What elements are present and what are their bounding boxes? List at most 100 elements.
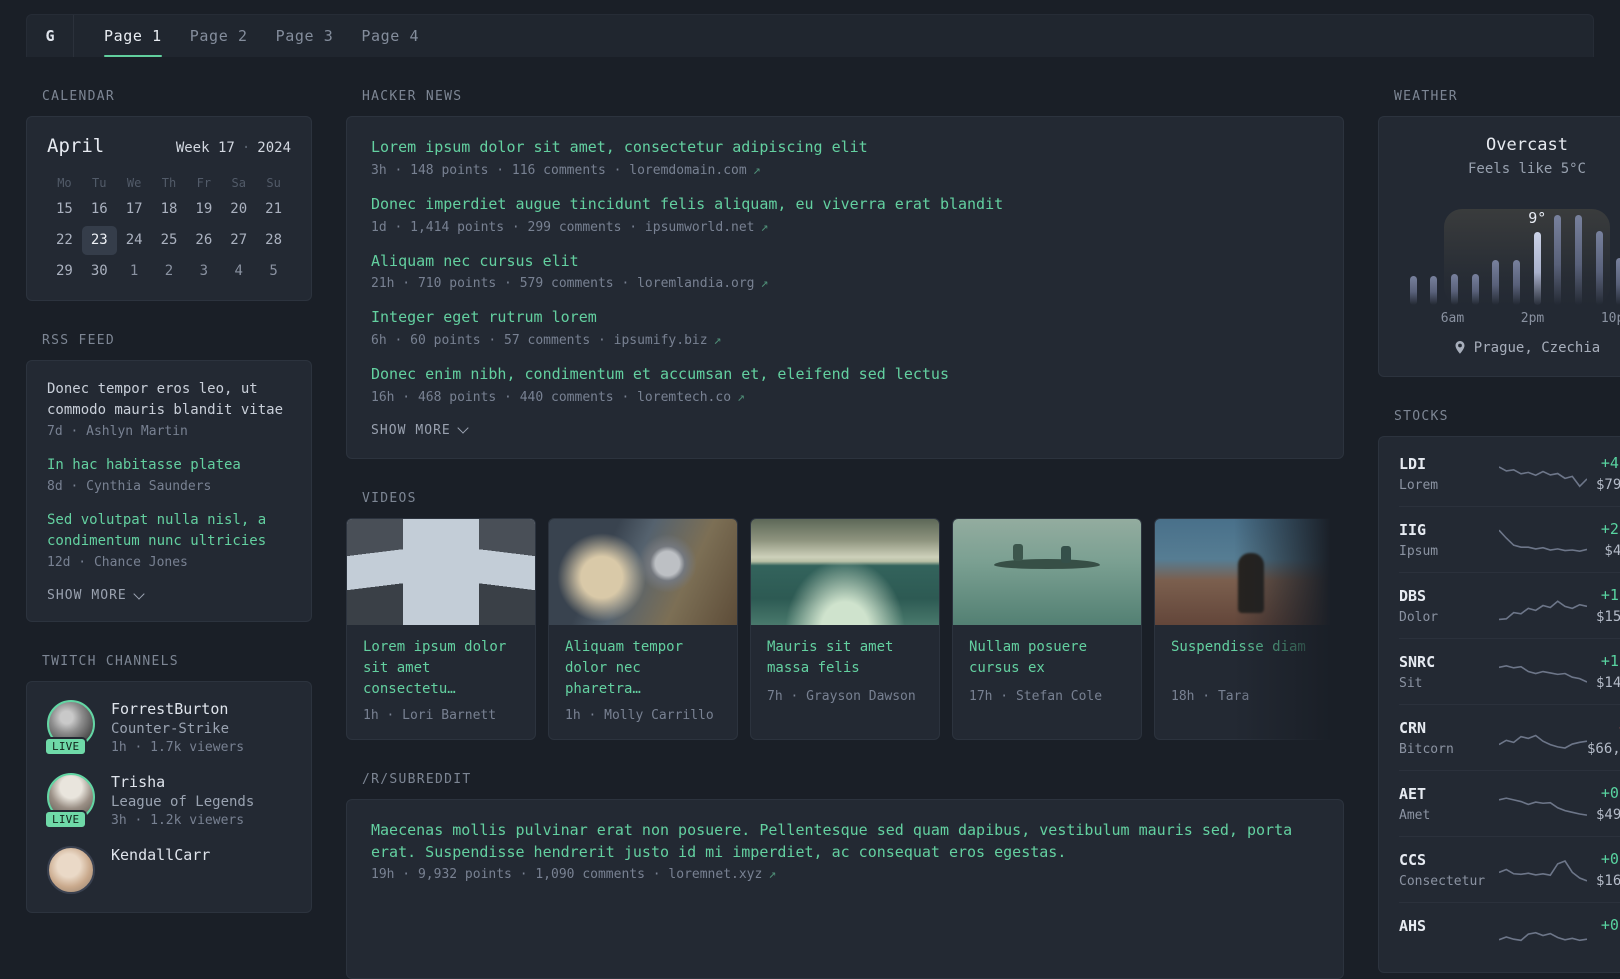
middle-column: HACKER NEWS Lorem ipsum dolor sit amet, …	[346, 57, 1344, 979]
stock-row[interactable]: LDI Lorem +4.35% $795.18	[1399, 441, 1620, 506]
subreddit-post-title[interactable]: Maecenas mollis pulvinar erat non posuer…	[371, 820, 1319, 864]
calendar-day[interactable]: 28	[256, 226, 291, 255]
video-meta: 1h · Molly Carrillo	[565, 707, 714, 723]
page-tab[interactable]: Page 4	[347, 15, 433, 57]
stock-name: Consectetur	[1399, 873, 1486, 889]
stocks-card: LDI Lorem +4.35% $795.18 IIG Ipsum	[1378, 436, 1620, 973]
twitch-channel-row[interactable]: LIVE ForrestBurton Counter-Strike 1h · 1…	[44, 700, 291, 756]
rss-item-meta: 7d · Ashlyn Martin	[47, 424, 188, 439]
calendar-day[interactable]: 18	[152, 195, 187, 224]
calendar-day[interactable]: 5	[256, 257, 291, 286]
stock-row[interactable]: AET Amet +0.92% $499.72	[1399, 770, 1620, 836]
channel-name[interactable]: Trisha	[111, 773, 254, 791]
calendar-weekday-row: Mo Tu We Th Fr Sa Su	[47, 171, 291, 195]
calendar-day[interactable]: 4	[221, 257, 256, 286]
stock-change: +0.46%	[1600, 916, 1620, 934]
app-logo[interactable]: G	[27, 15, 74, 57]
stock-ticker: AHS	[1399, 916, 1427, 935]
twitch-channel-row[interactable]: LIVE Trisha League of Legends 3h · 1.2k …	[44, 773, 291, 829]
video-title[interactable]: Aliquam tempor dolor nec pharetra…	[549, 625, 737, 700]
video-title[interactable]: Mauris sit amet massa felis	[751, 625, 939, 681]
stock-row[interactable]: SNRC Sit +1.36% $148.64	[1399, 638, 1620, 704]
video-thumbnail[interactable]	[953, 518, 1141, 625]
stock-price: $795.18	[1595, 477, 1620, 493]
rss-item-title[interactable]: Donec tempor eros leo, ut commodo mauris…	[47, 379, 291, 421]
stock-sparkline	[1499, 721, 1587, 755]
stock-row[interactable]: AHS +0.46%	[1399, 902, 1620, 968]
video-thumbnail[interactable]	[751, 518, 939, 625]
stock-price: $156.28	[1595, 609, 1620, 625]
calendar-day[interactable]: 1	[117, 257, 152, 286]
rss-item-title[interactable]: In hac habitasse platea	[47, 455, 291, 476]
weather-hourly-chart: 9°	[1403, 189, 1620, 305]
stock-ticker: AET	[1399, 784, 1427, 803]
external-link-icon: ↗	[760, 219, 769, 235]
calendar-day[interactable]: 17	[117, 195, 152, 224]
hackernews-item-title[interactable]: Lorem ipsum dolor sit amet, consectetur …	[371, 137, 1319, 159]
stock-row[interactable]: CCS Consectetur +0.51% $165.84	[1399, 836, 1620, 902]
subreddit-post-meta: 19h · 9,932 points · 1,090 comments · lo…	[371, 867, 777, 883]
calendar-day[interactable]: 22	[47, 226, 82, 255]
weather-time-labels: 6am2pm10pm	[1440, 311, 1620, 326]
stock-row[interactable]: DBS Dolor +1.42% $156.28	[1399, 572, 1620, 638]
stock-ticker: SNRC	[1399, 652, 1436, 671]
chevron-down-icon	[457, 422, 469, 434]
calendar-day[interactable]: 26	[186, 226, 221, 255]
stock-sparkline	[1499, 919, 1587, 953]
calendar-day[interactable]: 20	[221, 195, 256, 224]
stock-row[interactable]: CRN Bitcorn -1.00% $66,171.48	[1399, 704, 1620, 770]
video-card: Suspendisse diam 18h · Tara	[1154, 517, 1344, 740]
subreddit-post: Maecenas mollis pulvinar erat non posuer…	[371, 820, 1319, 883]
calendar-day[interactable]: 2	[152, 257, 187, 286]
weather-header: WEATHER	[1394, 89, 1458, 104]
stock-name: Sit	[1399, 675, 1423, 691]
page-tab[interactable]: Page 3	[262, 15, 348, 57]
twitch-channel-row[interactable]: KendallCarr	[47, 846, 291, 894]
stock-name: Ipsum	[1399, 543, 1439, 559]
video-thumbnail[interactable]	[1155, 518, 1343, 625]
calendar-day[interactable]: 23	[81, 226, 117, 255]
page-tab[interactable]: Page 1	[90, 15, 176, 57]
calendar-day[interactable]: 30	[82, 257, 117, 286]
calendar-day[interactable]: 15	[47, 195, 82, 224]
video-title[interactable]: Suspendisse diam	[1155, 625, 1343, 681]
video-thumbnail[interactable]	[549, 518, 737, 625]
rss-show-more-button[interactable]: SHOW MORE	[47, 587, 145, 603]
calendar-day[interactable]: 24	[117, 226, 152, 255]
calendar-day[interactable]: 27	[221, 226, 256, 255]
stock-price: $165.84	[1595, 873, 1620, 889]
video-thumbnail[interactable]	[347, 518, 535, 625]
channel-name[interactable]: KendallCarr	[111, 846, 210, 864]
weekday-label: Th	[161, 176, 177, 190]
hackernews-item: Donec enim nibh, condimentum et accumsan…	[371, 364, 1319, 405]
rss-item-title[interactable]: Sed volutpat nulla nisl, a condimentum n…	[47, 510, 291, 552]
stock-row[interactable]: IIG Ipsum +2.84% $42.04	[1399, 506, 1620, 572]
hackernews-item-title[interactable]: Donec enim nibh, condimentum et accumsan…	[371, 364, 1319, 386]
hackernews-item-title[interactable]: Aliquam nec cursus elit	[371, 251, 1319, 273]
hackernews-item-title[interactable]: Integer eget rutrum lorem	[371, 307, 1319, 329]
hackernews-item-meta: 1d · 1,414 points · 299 comments · ipsum…	[371, 219, 769, 235]
hackernews-show-more-button[interactable]: SHOW MORE	[371, 422, 469, 438]
video-title[interactable]: Nullam posuere cursus ex	[953, 625, 1141, 681]
page-tab[interactable]: Page 2	[176, 15, 262, 57]
avatar: LIVE	[44, 700, 95, 756]
live-badge: LIVE	[44, 810, 88, 829]
weather-card: Overcast Feels like 5°C 9° 6am2pm10pm Pr…	[1378, 116, 1620, 377]
channel-name[interactable]: ForrestBurton	[111, 700, 244, 718]
hackernews-item-title[interactable]: Donec imperdiet augue tincidunt felis al…	[371, 194, 1319, 216]
stock-change: +0.92%	[1600, 784, 1620, 802]
calendar-day[interactable]: 16	[82, 195, 117, 224]
calendar-day[interactable]: 19	[186, 195, 221, 224]
subreddit-header: /R/SUBREDDIT	[362, 771, 472, 787]
calendar-day[interactable]: 21	[256, 195, 291, 224]
rss-item: In hac habitasse platea 8d · Cynthia Sau…	[47, 455, 291, 494]
calendar-day[interactable]: 3	[186, 257, 221, 286]
external-link-icon: ↗	[760, 276, 769, 292]
video-meta: 17h · Stefan Cole	[969, 688, 1103, 704]
video-title[interactable]: Lorem ipsum dolor sit amet consectetu…	[347, 625, 535, 700]
stock-sparkline	[1499, 853, 1587, 887]
hackernews-item: Integer eget rutrum lorem 6h · 60 points…	[371, 307, 1319, 348]
calendar-day[interactable]: 25	[152, 226, 187, 255]
calendar-day[interactable]: 29	[47, 257, 82, 286]
hackernews-item-meta: 21h · 710 points · 579 comments · loreml…	[371, 276, 769, 292]
